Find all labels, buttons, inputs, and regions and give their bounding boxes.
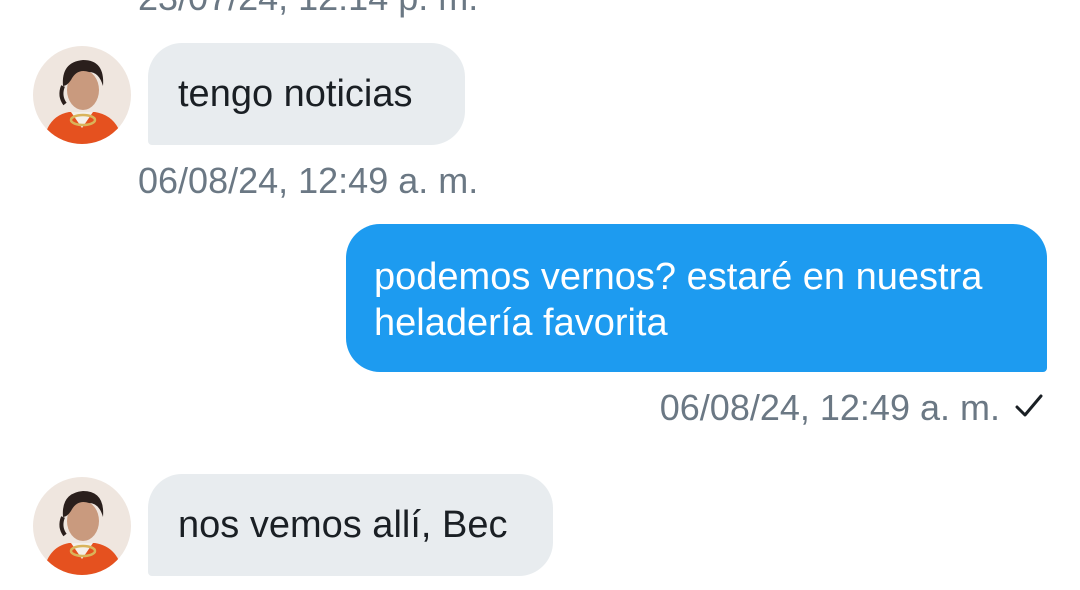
contact-avatar[interactable] [33,477,131,575]
avatar-photo [33,46,131,144]
message-text: podemos vernos? estaré en nuestra helade… [374,256,983,344]
message-text: tengo noticias [178,73,413,115]
avatar-photo [33,477,131,575]
message-meta: 06/08/24, 12:49 a. m. [660,388,1044,428]
contact-avatar[interactable] [33,46,131,144]
message-timestamp: 06/08/24, 12:49 a. m. [138,160,479,201]
message-timestamp: 23/07/24, 12:14 p. m. [138,0,478,18]
check-icon [1014,393,1044,424]
message-text: nos vemos allí, Bec [178,504,508,546]
outgoing-message-bubble[interactable]: podemos vernos? estaré en nuestra helade… [346,224,1047,372]
message-timestamp: 06/08/24, 12:49 a. m. [659,387,1000,428]
incoming-message-bubble[interactable]: tengo noticias [148,43,465,145]
incoming-message-bubble[interactable]: nos vemos allí, Bec [148,474,553,576]
